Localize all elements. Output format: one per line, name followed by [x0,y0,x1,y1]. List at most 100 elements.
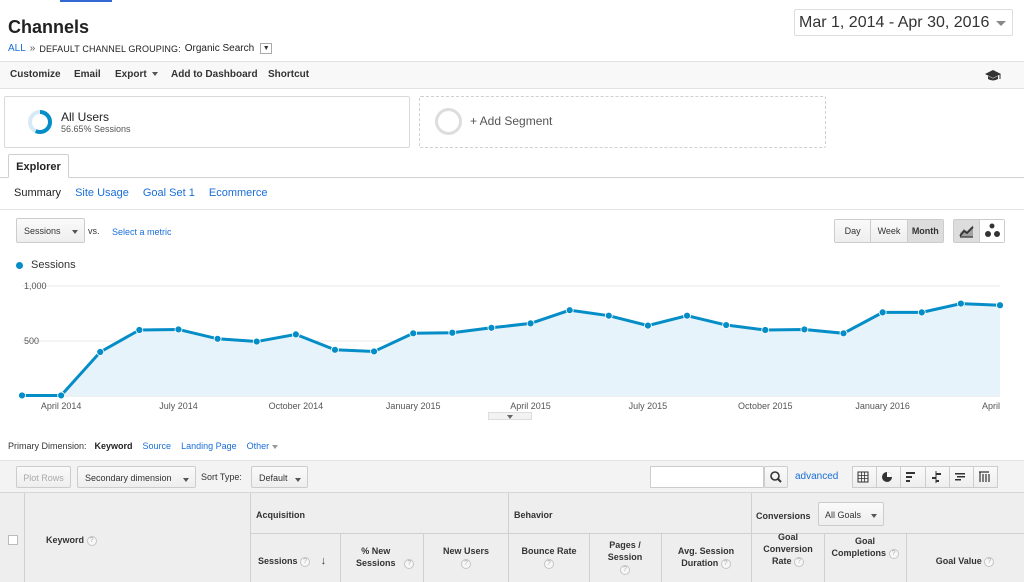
chart-collapse-handle[interactable] [488,412,532,420]
customize-button[interactable]: Customize [10,69,61,80]
goal-conversion-rate-column-header[interactable]: Goal Conversion Rate ? [754,531,822,567]
goals-select[interactable]: All Goals [818,502,884,526]
data-point[interactable] [800,325,809,334]
dimension-source[interactable]: Source [143,441,172,451]
data-point[interactable] [291,330,300,339]
subtab-summary[interactable]: Summary [14,187,61,199]
data-point[interactable] [331,345,339,354]
data-point[interactable] [370,347,378,356]
data-point[interactable] [565,306,574,315]
keyword-column-header[interactable]: Keyword ? [46,534,97,546]
subtab-site-usage[interactable]: Site Usage [75,187,129,199]
data-point[interactable] [644,321,652,330]
help-icon[interactable]: ? [461,558,471,569]
table-search-input[interactable] [650,466,764,488]
view-data-button[interactable] [853,467,878,487]
data-point[interactable] [409,329,418,338]
date-range-picker[interactable]: Mar 1, 2014 - Apr 30, 2016 [794,9,1013,36]
help-icon[interactable]: ? [888,548,899,559]
help-icon[interactable]: ? [984,556,995,567]
table-controls: Plot Rows Secondary dimension Sort Type:… [0,460,1024,492]
dimension-keyword[interactable]: Keyword [95,441,133,451]
page-title: Channels [8,17,90,37]
data-point[interactable] [487,323,496,332]
sessions-column-header[interactable]: Sessions ? ↓ [258,555,326,567]
period-month-button[interactable]: Month [907,220,943,242]
data-point[interactable] [96,348,105,356]
view-term-cloud-button[interactable] [950,467,974,487]
new-users-column-header[interactable]: New Users? [426,545,506,569]
breadcrumb-all-link[interactable]: ALL [8,43,26,54]
new-users-header-label: New Users [442,546,490,556]
goal-completions-column-header[interactable]: Goal Completions ? [828,535,902,559]
data-point[interactable] [683,311,691,320]
data-point[interactable] [252,337,261,346]
view-performance-button[interactable] [901,467,926,487]
data-point[interactable] [526,319,535,328]
select-all-checkbox[interactable] [8,535,18,545]
data-point[interactable] [213,334,222,343]
metric-select[interactable]: Sessions [16,218,85,243]
motion-chart-button[interactable] [979,220,1004,242]
add-to-dashboard-button[interactable]: Add to Dashboard [171,69,258,80]
pages-session-column-header[interactable]: Pages / Session? [596,539,654,575]
pct-new-sessions-column-header[interactable]: % New Sessions ? [344,545,420,569]
data-point[interactable] [839,329,848,338]
data-point[interactable] [761,326,770,334]
period-day-button[interactable]: Day [835,220,872,242]
dimension-other[interactable]: Other [247,441,279,451]
chevron-down-icon[interactable]: ▼ [260,43,273,54]
period-week-button[interactable]: Week [871,220,908,242]
graduation-cap-icon[interactable] [984,69,1002,85]
goal-value-column-header[interactable]: Goal Value ? [910,555,1020,567]
bubble-chart-icon [984,223,1000,237]
legend-label-sessions: Sessions [31,259,76,271]
dimension-landing-page[interactable]: Landing Page [181,441,237,451]
plot-rows-button[interactable]: Plot Rows [16,466,71,488]
data-point[interactable] [722,321,731,329]
help-icon[interactable]: ? [86,535,97,546]
bounce-rate-column-header[interactable]: Bounce Rate? [511,545,587,569]
secondary-dimension-select[interactable]: Secondary dimension [77,466,196,488]
export-button[interactable]: Export [115,69,159,80]
chevron-down-icon [996,21,1006,26]
behavior-group-header: Behavior [514,510,553,520]
avg-session-duration-column-header[interactable]: Avg. Session Duration ? [668,545,744,569]
data-point[interactable] [996,301,1004,310]
shortcut-button[interactable]: Shortcut [268,69,309,80]
help-icon[interactable]: ? [794,556,805,567]
search-button[interactable] [764,466,788,488]
chart-type-toggle [953,219,1005,243]
view-percentage-button[interactable] [877,467,902,487]
chevron-down-icon [183,478,189,482]
help-icon[interactable]: ? [404,558,415,569]
view-pivot-button[interactable] [974,467,997,487]
data-point[interactable] [917,308,926,317]
view-comparison-button[interactable] [926,467,950,487]
help-icon[interactable]: ? [300,556,311,567]
tab-explorer[interactable]: Explorer [8,154,69,178]
export-label: Export [115,69,147,80]
help-icon[interactable]: ? [620,564,630,575]
data-point[interactable] [448,328,457,337]
email-button[interactable]: Email [74,69,101,80]
data-point[interactable] [57,391,66,400]
add-segment-button[interactable]: + Add Segment [419,96,826,148]
data-point[interactable] [135,326,144,334]
subtab-ecommerce[interactable]: Ecommerce [209,187,268,199]
data-point[interactable] [604,311,613,320]
data-point[interactable] [878,308,887,317]
segment-all-users[interactable]: All Users 56.65% Sessions [4,96,410,148]
sort-type-select[interactable]: Default [251,466,308,488]
x-tick-label: January 2016 [855,401,910,411]
data-point[interactable] [174,325,183,334]
help-icon[interactable]: ? [720,558,731,569]
select-metric-link[interactable]: Select a metric [112,227,172,237]
line-chart-button[interactable] [954,220,980,242]
segment-name: All Users [61,110,110,124]
advanced-filter-link[interactable]: advanced [795,471,838,482]
subtab-goal-set-1[interactable]: Goal Set 1 [143,187,195,199]
data-point[interactable] [956,299,965,308]
data-point[interactable] [18,391,26,400]
help-icon[interactable]: ? [544,558,554,569]
